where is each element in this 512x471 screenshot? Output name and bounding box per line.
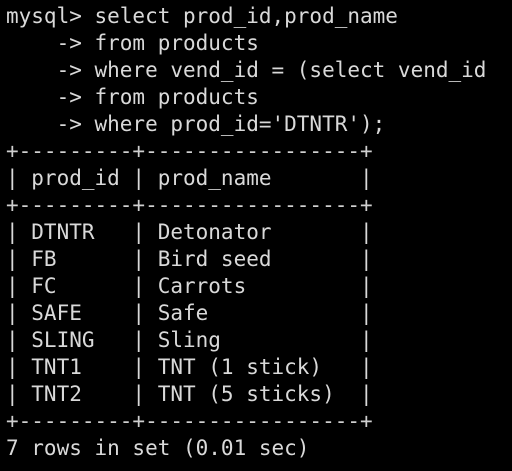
table-row: | TNT2 | TNT (5 sticks) |: [6, 382, 373, 406]
query-line-1: mysql> select prod_id,prod_name: [6, 4, 398, 28]
table-border-top: +---------+-----------------+: [6, 139, 373, 163]
table-row: | FB | Bird seed |: [6, 247, 373, 271]
result-status: 7 rows in set (0.01 sec): [6, 436, 310, 460]
table-row: | DTNTR | Detonator |: [6, 220, 373, 244]
table-row: | SAFE | Safe |: [6, 301, 373, 325]
table-row: | SLING | Sling |: [6, 328, 373, 352]
query-line-5: -> where prod_id='DTNTR');: [6, 112, 386, 136]
table-header: | prod_id | prod_name |: [6, 166, 373, 190]
query-line-2: -> from products: [6, 31, 259, 55]
table-row: | TNT1 | TNT (1 stick) |: [6, 355, 373, 379]
table-border-mid: +---------+-----------------+: [6, 193, 373, 217]
table-row: | FC | Carrots |: [6, 274, 373, 298]
table-border-bottom: +---------+-----------------+: [6, 409, 373, 433]
terminal-window[interactable]: mysql> select prod_id,prod_name -> from …: [0, 3, 512, 471]
query-line-3: -> where vend_id = (select vend_id: [6, 58, 487, 82]
query-line-4: -> from products: [6, 85, 259, 109]
